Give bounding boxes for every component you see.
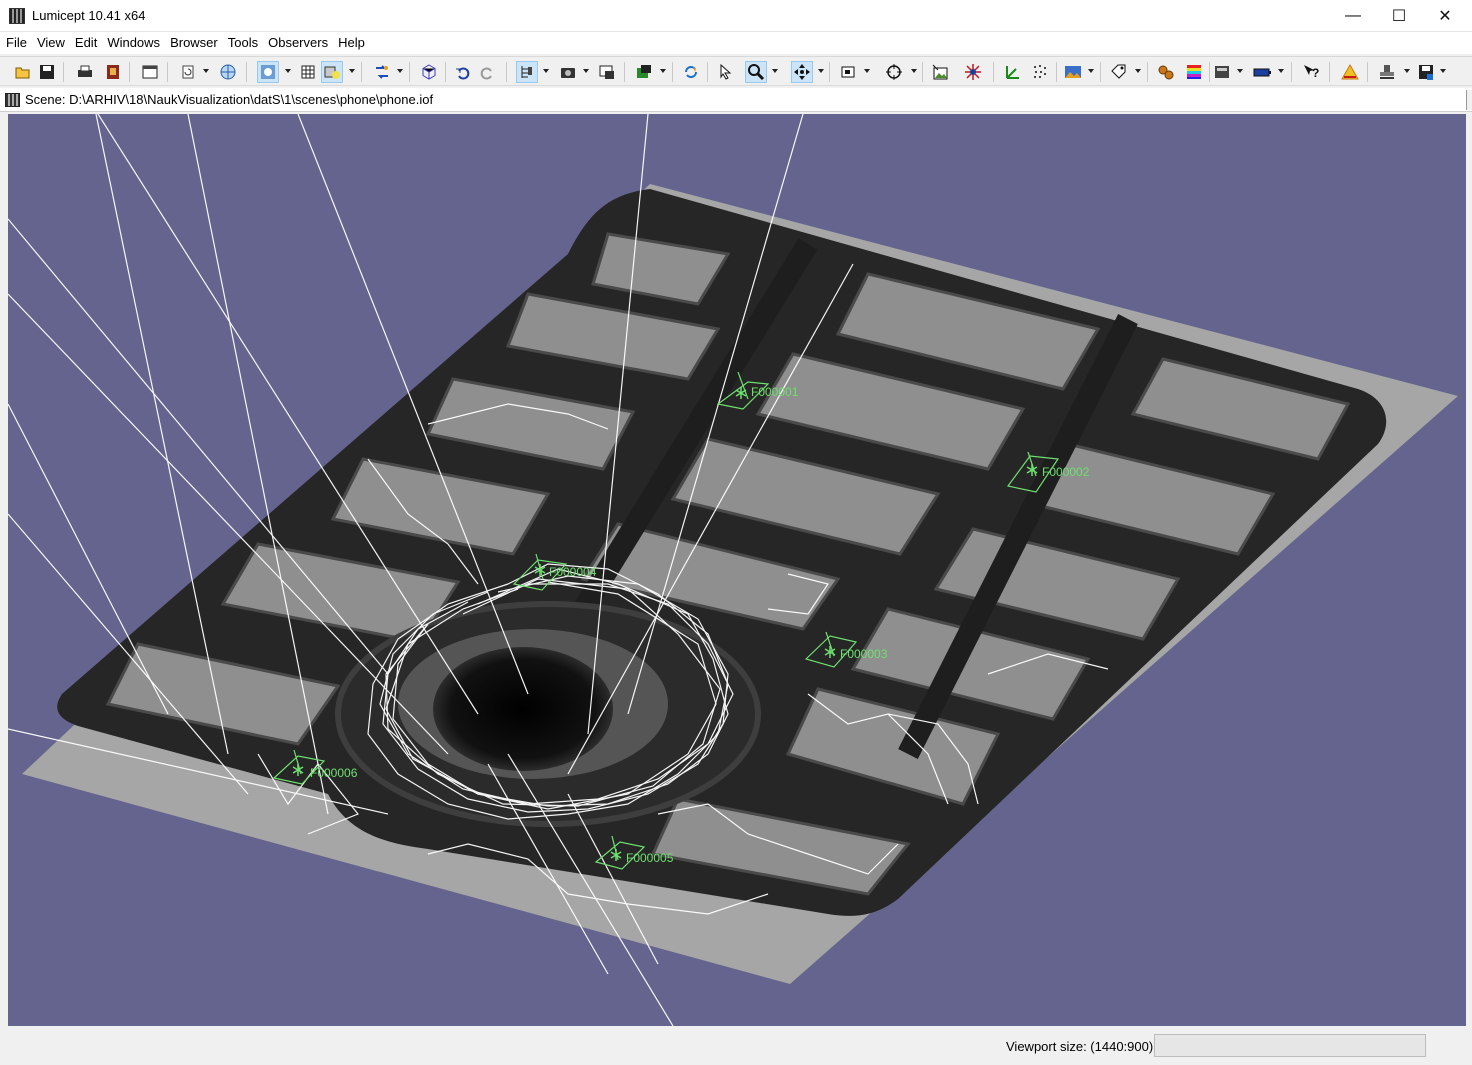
menu-browser[interactable]: Browser [164,32,222,54]
viewport-3d[interactable]: F000001 F000002 F000003 F000004 F000005 … [8,114,1466,1026]
tree-icon[interactable] [516,61,538,83]
target-icon[interactable] [883,61,905,83]
menu-windows[interactable]: Windows [101,32,164,54]
scene-icon [5,93,20,107]
redo-icon[interactable] [476,61,498,83]
menu-observers[interactable]: Observers [262,32,332,54]
axes-icon[interactable] [1001,61,1023,83]
transform-icon[interactable] [371,61,393,83]
observer-label: F000004 [549,565,597,579]
cube-icon[interactable] [418,61,440,83]
menu-help[interactable]: Help [332,32,369,54]
undo-icon[interactable] [452,61,474,83]
camera-icon[interactable] [557,61,579,83]
points-icon[interactable] [1029,61,1051,83]
maximize-button[interactable]: ☐ [1376,0,1422,31]
object-icon[interactable] [633,61,655,83]
grid-icon[interactable] [297,61,319,83]
menu-edit[interactable]: Edit [69,32,101,54]
menu-file[interactable]: File [0,32,31,54]
close-button[interactable]: ✕ [1422,0,1468,31]
globe-icon[interactable] [217,61,239,83]
menu-bar: File View Edit Windows Browser Tools Obs… [0,32,1472,54]
warning-icon[interactable] [1339,61,1361,83]
toolbar: ? [0,56,1472,86]
scene-color-icon[interactable] [321,61,343,83]
zoom-icon[interactable] [745,61,767,83]
refresh-icon[interactable] [680,61,702,83]
stamp-icon[interactable] [1376,61,1398,83]
landscape-icon[interactable] [1062,61,1084,83]
menu-tools[interactable]: Tools [222,32,262,54]
scene-render[interactable]: F000001 F000002 F000003 F000004 F000005 … [8,114,1466,1026]
print-icon[interactable] [74,61,96,83]
observer-label: F000006 [310,766,358,780]
scene-header: Scene: D:\ARHIV\18\NaukVisualization\dat… [0,88,1472,112]
viewport-size-status: Viewport size: (1440:900) [1006,1039,1154,1054]
minimize-button[interactable]: — [1330,0,1376,31]
window-title: Lumicept 10.41 x64 [32,8,146,23]
save-as-icon[interactable] [1415,61,1437,83]
title-bar: Lumicept 10.41 x64 — ☐ ✕ [0,0,1472,32]
app-icon [9,8,25,24]
observer-label: F000005 [626,851,674,865]
battery-icon[interactable] [1251,61,1273,83]
window-edge [1466,90,1472,110]
pan-icon[interactable] [791,61,813,83]
rotate-icon[interactable] [177,61,199,83]
pointer-icon[interactable] [714,61,736,83]
scene-title: Scene: D:\ARHIV\18\NaukVisualization\dat… [25,92,434,107]
observer-label: F000003 [840,647,888,661]
calculator-icon[interactable] [1211,61,1233,83]
frame-icon[interactable] [838,61,860,83]
open-icon[interactable] [12,61,34,83]
light-icon[interactable] [257,61,279,83]
status-progress-bar [1154,1034,1426,1057]
snapshot-icon[interactable] [929,61,951,83]
observer-label: F000001 [751,385,799,399]
rays-icon[interactable] [962,61,984,83]
menu-view[interactable]: View [31,32,69,54]
help-icon[interactable]: ? [1300,61,1322,83]
palette-icon[interactable] [1183,61,1205,83]
center-hole [433,647,613,771]
book-icon[interactable] [102,61,124,83]
tag-icon[interactable] [1108,61,1130,83]
screenshot-icon[interactable] [596,61,618,83]
save-icon[interactable] [36,61,58,83]
gears-icon[interactable] [1155,61,1177,83]
status-bar: Viewport size: (1440:900) [0,1028,1472,1065]
svg-text:?: ? [1312,66,1319,80]
observer-label: F000002 [1042,465,1090,479]
window-icon[interactable] [139,61,161,83]
